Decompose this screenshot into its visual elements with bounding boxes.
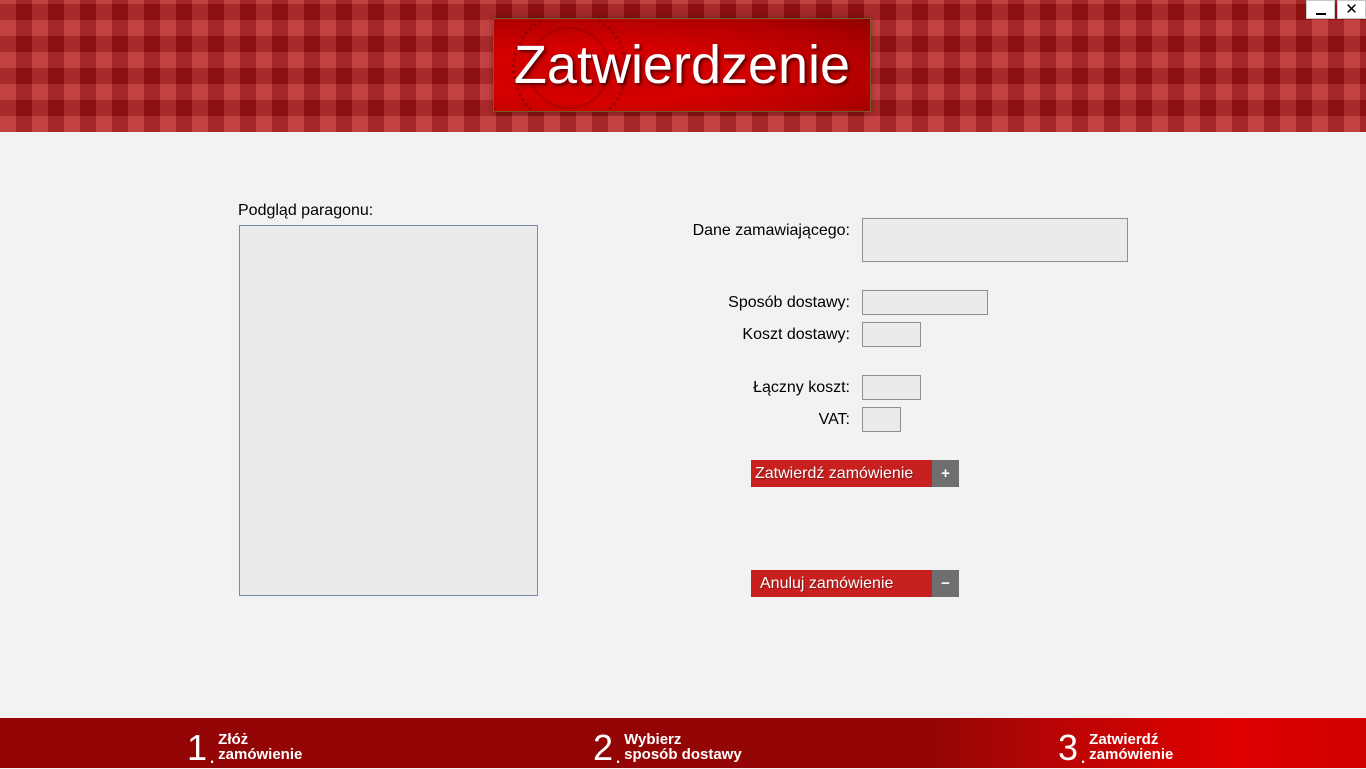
step-label-line1: Wybierz bbox=[624, 731, 682, 748]
step-dot: . bbox=[1080, 743, 1087, 768]
minimize-button[interactable] bbox=[1306, 0, 1335, 19]
step-2[interactable]: 2 . Wybierz sposób dostawy bbox=[593, 718, 742, 769]
page-title: Zatwierdzenie bbox=[513, 35, 851, 95]
title-panel: Zatwierdzenie bbox=[493, 18, 871, 112]
cancel-order-label: Anuluj zamówienie bbox=[751, 570, 932, 597]
vat-label: VAT: bbox=[818, 411, 850, 428]
step-label-line2: zamówienie bbox=[218, 746, 303, 763]
header-banner: Zatwierdzenie bbox=[0, 0, 1366, 132]
customer-data-label: Dane zamawiającego: bbox=[692, 222, 850, 239]
close-icon: ✕ bbox=[1345, 1, 1358, 18]
delivery-method-label: Sposób dostawy: bbox=[728, 294, 850, 311]
step-number: 3 bbox=[1058, 727, 1079, 768]
delivery-method-field[interactable] bbox=[862, 290, 988, 315]
step-1[interactable]: 1 . Złóż zamówienie bbox=[187, 718, 303, 769]
step-number: 2 bbox=[593, 727, 614, 768]
minimize-icon bbox=[1315, 12, 1326, 15]
step-label-line1: Zatwierdź bbox=[1089, 731, 1159, 748]
vat-field[interactable] bbox=[862, 407, 901, 432]
close-button[interactable]: ✕ bbox=[1337, 0, 1366, 19]
cancel-order-button[interactable]: Anuluj zamówienie − bbox=[751, 570, 959, 597]
confirm-order-button[interactable]: Zatwierdź zamówienie + bbox=[751, 460, 959, 487]
delivery-cost-label: Koszt dostawy: bbox=[742, 326, 850, 343]
total-cost-field[interactable] bbox=[862, 375, 921, 400]
step-label-line2: sposób dostawy bbox=[624, 746, 742, 763]
confirm-order-label: Zatwierdź zamówienie bbox=[751, 460, 932, 487]
customer-data-field[interactable] bbox=[862, 218, 1128, 262]
step-number: 1 bbox=[187, 727, 208, 768]
steps-footer: 1 . Złóż zamówienie 2 . Wybierz sposób d… bbox=[0, 718, 1366, 768]
delivery-cost-field[interactable] bbox=[862, 322, 921, 347]
step-dot: . bbox=[615, 743, 622, 768]
total-cost-label: Łączny koszt: bbox=[753, 379, 850, 396]
receipt-preview-label: Podgląd paragonu: bbox=[238, 202, 374, 219]
step-label-line1: Złóż bbox=[218, 731, 249, 748]
step-3[interactable]: 3 . Zatwierdź zamówienie bbox=[1058, 718, 1174, 769]
step-dot: . bbox=[209, 743, 216, 768]
step-label-line2: zamówienie bbox=[1089, 746, 1174, 763]
plus-icon: + bbox=[932, 460, 959, 487]
receipt-preview-area[interactable] bbox=[239, 225, 538, 596]
minus-icon: − bbox=[932, 570, 959, 597]
